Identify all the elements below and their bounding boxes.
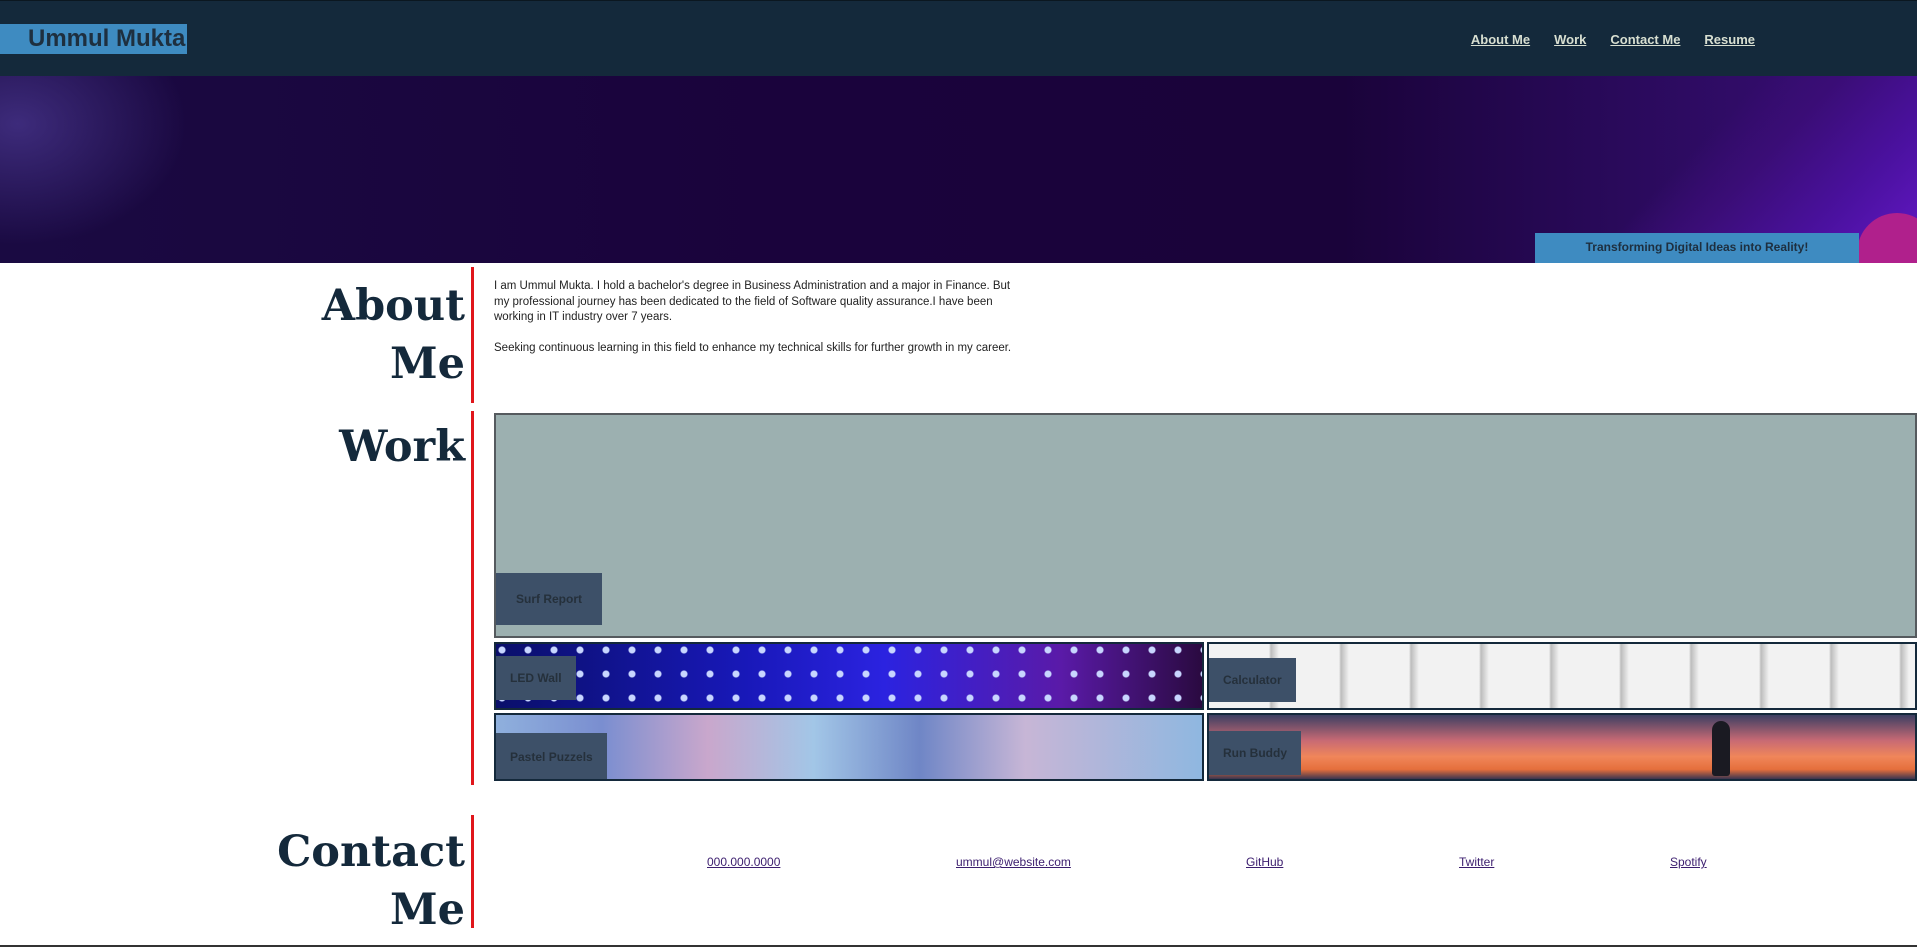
contact-title-line1: Contact xyxy=(277,827,465,877)
about-divider xyxy=(471,267,474,403)
hero-tagline: Transforming Digital Ideas into Reality! xyxy=(1535,233,1859,263)
about-title-line2: Me xyxy=(390,339,465,389)
runner-silhouette xyxy=(1712,721,1730,776)
project-card-surf-report[interactable]: Surf Report xyxy=(494,413,1917,638)
project-label-led-wall[interactable]: LED Wall xyxy=(496,656,576,700)
contact-twitter-link[interactable]: Twitter xyxy=(1459,855,1494,869)
about-me-heading: About Me xyxy=(322,277,465,393)
project-card-led-wall[interactable]: LED Wall xyxy=(494,642,1204,710)
contact-phone-link[interactable]: 000.000.0000 xyxy=(707,855,780,869)
contact-title-line2: Me xyxy=(390,885,465,935)
about-paragraph-1: I am Ummul Mukta. I hold a bachelor's de… xyxy=(494,280,1011,323)
main-nav: About Me Work Contact Me Resume xyxy=(1471,32,1755,47)
hero-glow-left xyxy=(0,76,200,256)
project-label-run-buddy[interactable]: Run Buddy xyxy=(1209,731,1301,775)
about-text: I am Ummul Mukta. I hold a bachelor's de… xyxy=(494,279,1014,356)
site-header: Ummul Mukta About Me Work Contact Me Res… xyxy=(0,0,1917,76)
project-label-surf-report[interactable]: Surf Report xyxy=(496,573,602,625)
project-card-run-buddy[interactable]: Run Buddy xyxy=(1207,713,1917,781)
nav-link-resume[interactable]: Resume xyxy=(1704,32,1755,47)
contact-spotify-link[interactable]: Spotify xyxy=(1670,855,1707,869)
about-paragraph-2: Seeking continuous learning in this fiel… xyxy=(494,341,1012,354)
project-label-pastel-puzzels[interactable]: Pastel Puzzels xyxy=(496,733,607,779)
project-card-calculator[interactable]: Calculator xyxy=(1207,642,1917,710)
contact-me-heading: Contact Me xyxy=(277,823,465,939)
work-divider xyxy=(471,411,474,785)
nav-link-about-me[interactable]: About Me xyxy=(1471,32,1530,47)
about-title-line1: About xyxy=(321,281,465,331)
contact-email-link[interactable]: ummul@website.com xyxy=(956,855,1071,869)
brand-name[interactable]: Ummul Mukta xyxy=(0,24,188,54)
project-card-pastel-puzzels[interactable]: Pastel Puzzels xyxy=(494,713,1204,781)
nav-link-work[interactable]: Work xyxy=(1554,32,1586,47)
work-heading: Work xyxy=(339,422,465,472)
contact-github-link[interactable]: GitHub xyxy=(1246,855,1283,869)
nav-link-contact-me[interactable]: Contact Me xyxy=(1610,32,1680,47)
project-label-calculator[interactable]: Calculator xyxy=(1209,658,1296,702)
contact-divider xyxy=(471,815,474,928)
